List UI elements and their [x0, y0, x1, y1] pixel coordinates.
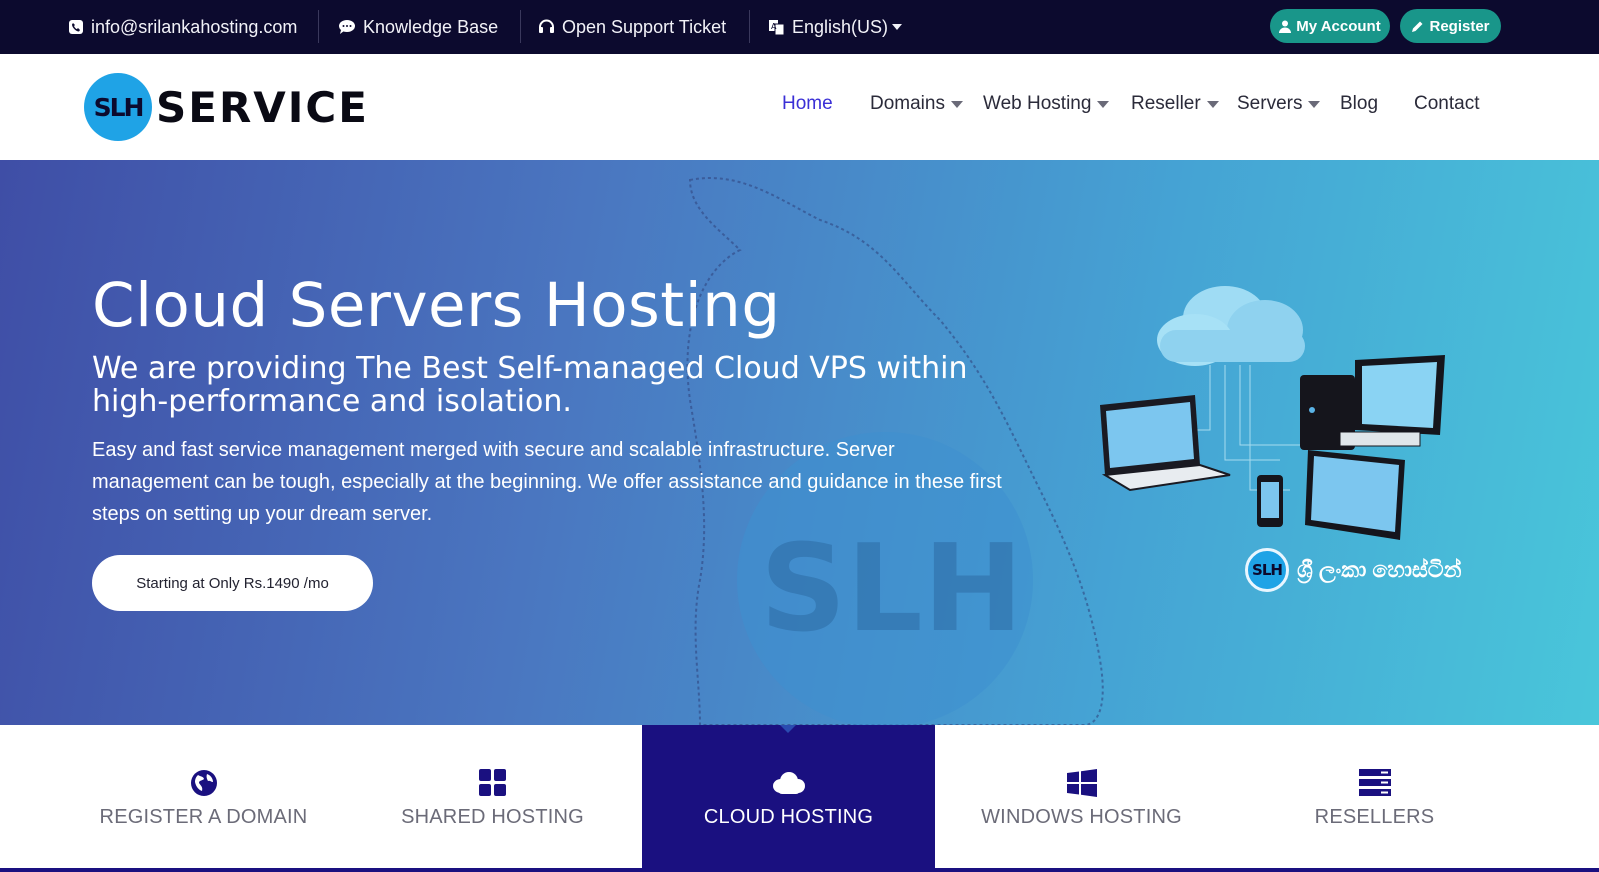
translate-icon: A: [769, 19, 785, 35]
badge-logo-mark: SLH: [1245, 548, 1289, 592]
tab-label: REGISTER A DOMAIN: [99, 806, 308, 828]
tab-windows-hosting[interactable]: WINDOWS HOSTING: [935, 725, 1228, 872]
cloud-icon: [1157, 286, 1305, 366]
cloud-devices-illustration: [1100, 286, 1445, 540]
hero-title: Cloud Servers Hosting: [92, 270, 781, 341]
nav-domains-label: Domains: [870, 93, 945, 114]
user-icon: [1279, 20, 1292, 33]
logo-text: SERVICE: [156, 82, 369, 132]
nav-blog[interactable]: Blog: [1340, 93, 1378, 115]
tab-register-domain[interactable]: REGISTER A DOMAIN: [60, 725, 347, 872]
chat-icon: [339, 20, 355, 34]
register-button[interactable]: Register: [1400, 9, 1501, 43]
language-selector[interactable]: A English(US): [768, 0, 903, 54]
support-ticket-link[interactable]: Open Support Ticket: [538, 0, 726, 54]
divider: [318, 10, 319, 43]
hero-banner: SLH Cloud Servers Hosting We are providi…: [0, 160, 1599, 725]
site-header: SLH SERVICE Home Domains Web Hosting Res…: [0, 54, 1599, 160]
badge-text: ශ්‍රී ලංකා හොස්ටින්: [1297, 557, 1462, 582]
brand-badge: SLH ශ්‍රී ලංකා හොස්ටින්: [1245, 548, 1461, 592]
nav-web-hosting[interactable]: Web Hosting: [983, 93, 1110, 115]
my-account-label: My Account: [1296, 17, 1381, 35]
logo-mark: SLH: [84, 73, 152, 141]
globe-icon: [190, 770, 217, 796]
hero-description: Easy and fast service management merged …: [92, 439, 1002, 525]
my-account-button[interactable]: My Account: [1270, 9, 1390, 43]
tab-cloud-hosting[interactable]: CLOUD HOSTING: [642, 725, 935, 872]
tab-label: CLOUD HOSTING: [703, 806, 874, 828]
tab-label: SHARED HOSTING: [401, 806, 584, 828]
bottom-accent-line: [0, 868, 1599, 872]
nav-domains[interactable]: Domains: [870, 93, 963, 115]
pricing-cta-button[interactable]: Starting at Only Rs.1490 /mo: [92, 555, 373, 611]
tab-label: RESELLERS: [1314, 806, 1435, 828]
site-logo[interactable]: SLH SERVICE: [84, 72, 369, 142]
active-tab-indicator: [780, 725, 796, 733]
chevron-down-icon: [1308, 100, 1321, 108]
feature-tabs: REGISTER A DOMAIN SHARED HOSTING CLOUD H…: [0, 725, 1599, 872]
tab-shared-hosting[interactable]: SHARED HOSTING: [347, 725, 638, 872]
server-rack-icon: [1358, 769, 1391, 796]
knowledge-base-link[interactable]: Knowledge Base: [338, 0, 498, 54]
tablet-icon: [1305, 450, 1405, 540]
support-ticket-label: Open Support Ticket: [562, 16, 727, 37]
badge-mark-text: SLH: [1252, 561, 1283, 579]
monitor-icon: [1339, 355, 1445, 447]
knowledge-base-label: Knowledge Base: [363, 16, 499, 37]
chevron-down-icon: [892, 24, 903, 30]
logo-mark-text: SLH: [93, 92, 145, 122]
email-text: info@srilankahosting.com: [91, 16, 298, 37]
hero-subtitle: We are providing The Best Self-managed C…: [92, 351, 968, 419]
nav-servers[interactable]: Servers: [1237, 93, 1321, 115]
chevron-down-icon: [950, 100, 963, 108]
nav-reseller-label: Reseller: [1131, 93, 1201, 114]
windows-icon: [1066, 769, 1097, 797]
nav-home[interactable]: Home: [782, 93, 833, 115]
divider: [520, 10, 521, 43]
chevron-down-icon: [1097, 100, 1110, 108]
top-bar: info@srilankahosting.com Knowledge Base …: [0, 0, 1599, 54]
phone-icon: [1257, 475, 1283, 527]
nav-web-hosting-label: Web Hosting: [983, 93, 1092, 114]
nav-reseller[interactable]: Reseller: [1131, 93, 1219, 115]
tab-resellers[interactable]: RESELLERS: [1228, 725, 1521, 872]
cloud-icon: [772, 772, 805, 794]
register-label: Register: [1429, 17, 1490, 35]
svg-text:SLH: SLH: [760, 520, 1023, 659]
chevron-down-icon: [1206, 100, 1219, 108]
phone-icon: [69, 20, 83, 34]
divider: [749, 10, 750, 43]
headset-icon: [539, 19, 554, 33]
nav-servers-label: Servers: [1237, 93, 1303, 114]
tab-label: WINDOWS HOSTING: [981, 806, 1182, 828]
svg-text:A: A: [771, 22, 777, 31]
language-label: English(US): [792, 16, 889, 37]
nav-contact[interactable]: Contact: [1414, 93, 1479, 115]
grid-icon: [478, 769, 506, 796]
pencil-icon: [1412, 21, 1423, 32]
email-link[interactable]: info@srilankahosting.com: [68, 0, 297, 54]
